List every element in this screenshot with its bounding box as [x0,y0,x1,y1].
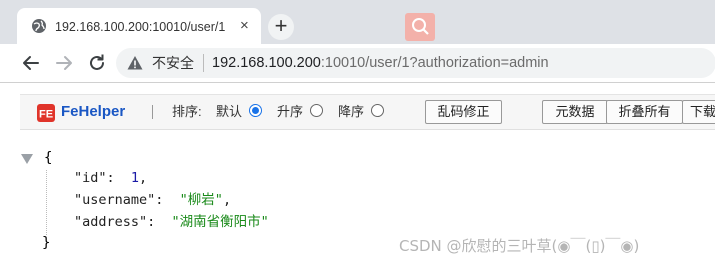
sort-asc-radio[interactable] [310,104,323,117]
sort-default-label: 默认 [216,104,243,119]
browser-tab[interactable]: 192.168.100.200:10010/user/1 × [17,8,261,44]
reload-icon[interactable] [86,52,108,74]
json-comma: , [139,170,148,186]
address-bar[interactable]: 不安全 192.168.100.200:10010/user/1?authori… [116,48,715,78]
search-extension-icon[interactable] [405,13,435,41]
collapse-all-button[interactable]: 折叠所有 [606,100,683,124]
json-colon: : [155,192,180,208]
sort-asc-label: 升序 [277,104,304,119]
fehelper-toolbar: FE FeHelper 排序: 默认 升序 降序 乱码修正 元数据 折叠所有 下… [20,94,715,130]
navigation-bar: 不安全 192.168.100.200:10010/user/1?authori… [0,44,715,83]
url-path: :10010/user/1?authorization=admin [320,55,549,71]
tab-title: 192.168.100.200:10010/user/1 [55,20,226,34]
csdn-watermark: CSDN @欣慰的三叶草(◉￣(▯)￣◉) [399,237,640,255]
sort-desc-label: 降序 [338,104,365,119]
new-tab-button[interactable]: + [268,14,294,40]
json-key: "username" [74,192,156,208]
svg-text:FE: FE [39,109,53,121]
json-key: "address" [74,214,148,230]
collapse-toggle-icon[interactable] [21,154,33,164]
close-brace: } [42,235,51,251]
indent-guide [46,170,48,235]
sort-label: 排序: [172,104,202,119]
toolbar-divider [152,105,153,119]
close-tab-icon[interactable]: × [240,18,254,34]
warning-icon[interactable] [127,55,143,71]
sort-desc-radio[interactable] [371,104,384,117]
metadata-button[interactable]: 元数据 [542,100,608,124]
forward-icon[interactable] [53,52,75,74]
url-text[interactable]: 192.168.100.200:10010/user/1?authorizati… [212,54,549,72]
json-key: "id" [74,170,107,186]
fehelper-logo-icon: FE [37,104,55,122]
security-status-label[interactable]: 不安全 [152,55,194,71]
open-brace: { [44,150,53,166]
fix-encoding-button[interactable]: 乱码修正 [425,100,502,124]
json-value: "柳岩" [179,192,223,208]
json-colon: : [106,170,131,186]
download-button[interactable]: 下载 [682,100,715,124]
json-value: 1 [130,170,140,186]
json-value: "湖南省衡阳市" [171,214,269,230]
address-divider [203,54,204,72]
url-host: 192.168.100.200 [212,55,321,71]
json-entry-id: "id": 1, [74,169,147,187]
json-comma: , [222,192,232,208]
fehelper-brand: FeHelper [61,103,126,120]
json-colon: : [147,214,172,230]
tab-strip: 192.168.100.200:10010/user/1 × + [0,0,715,44]
back-icon[interactable] [20,52,42,74]
json-entry-username: "username": "柳岩", [74,191,231,209]
globe-icon [32,19,46,33]
json-entry-address: "address": "湖南省衡阳市" [74,213,269,231]
sort-default-radio[interactable] [249,104,262,117]
